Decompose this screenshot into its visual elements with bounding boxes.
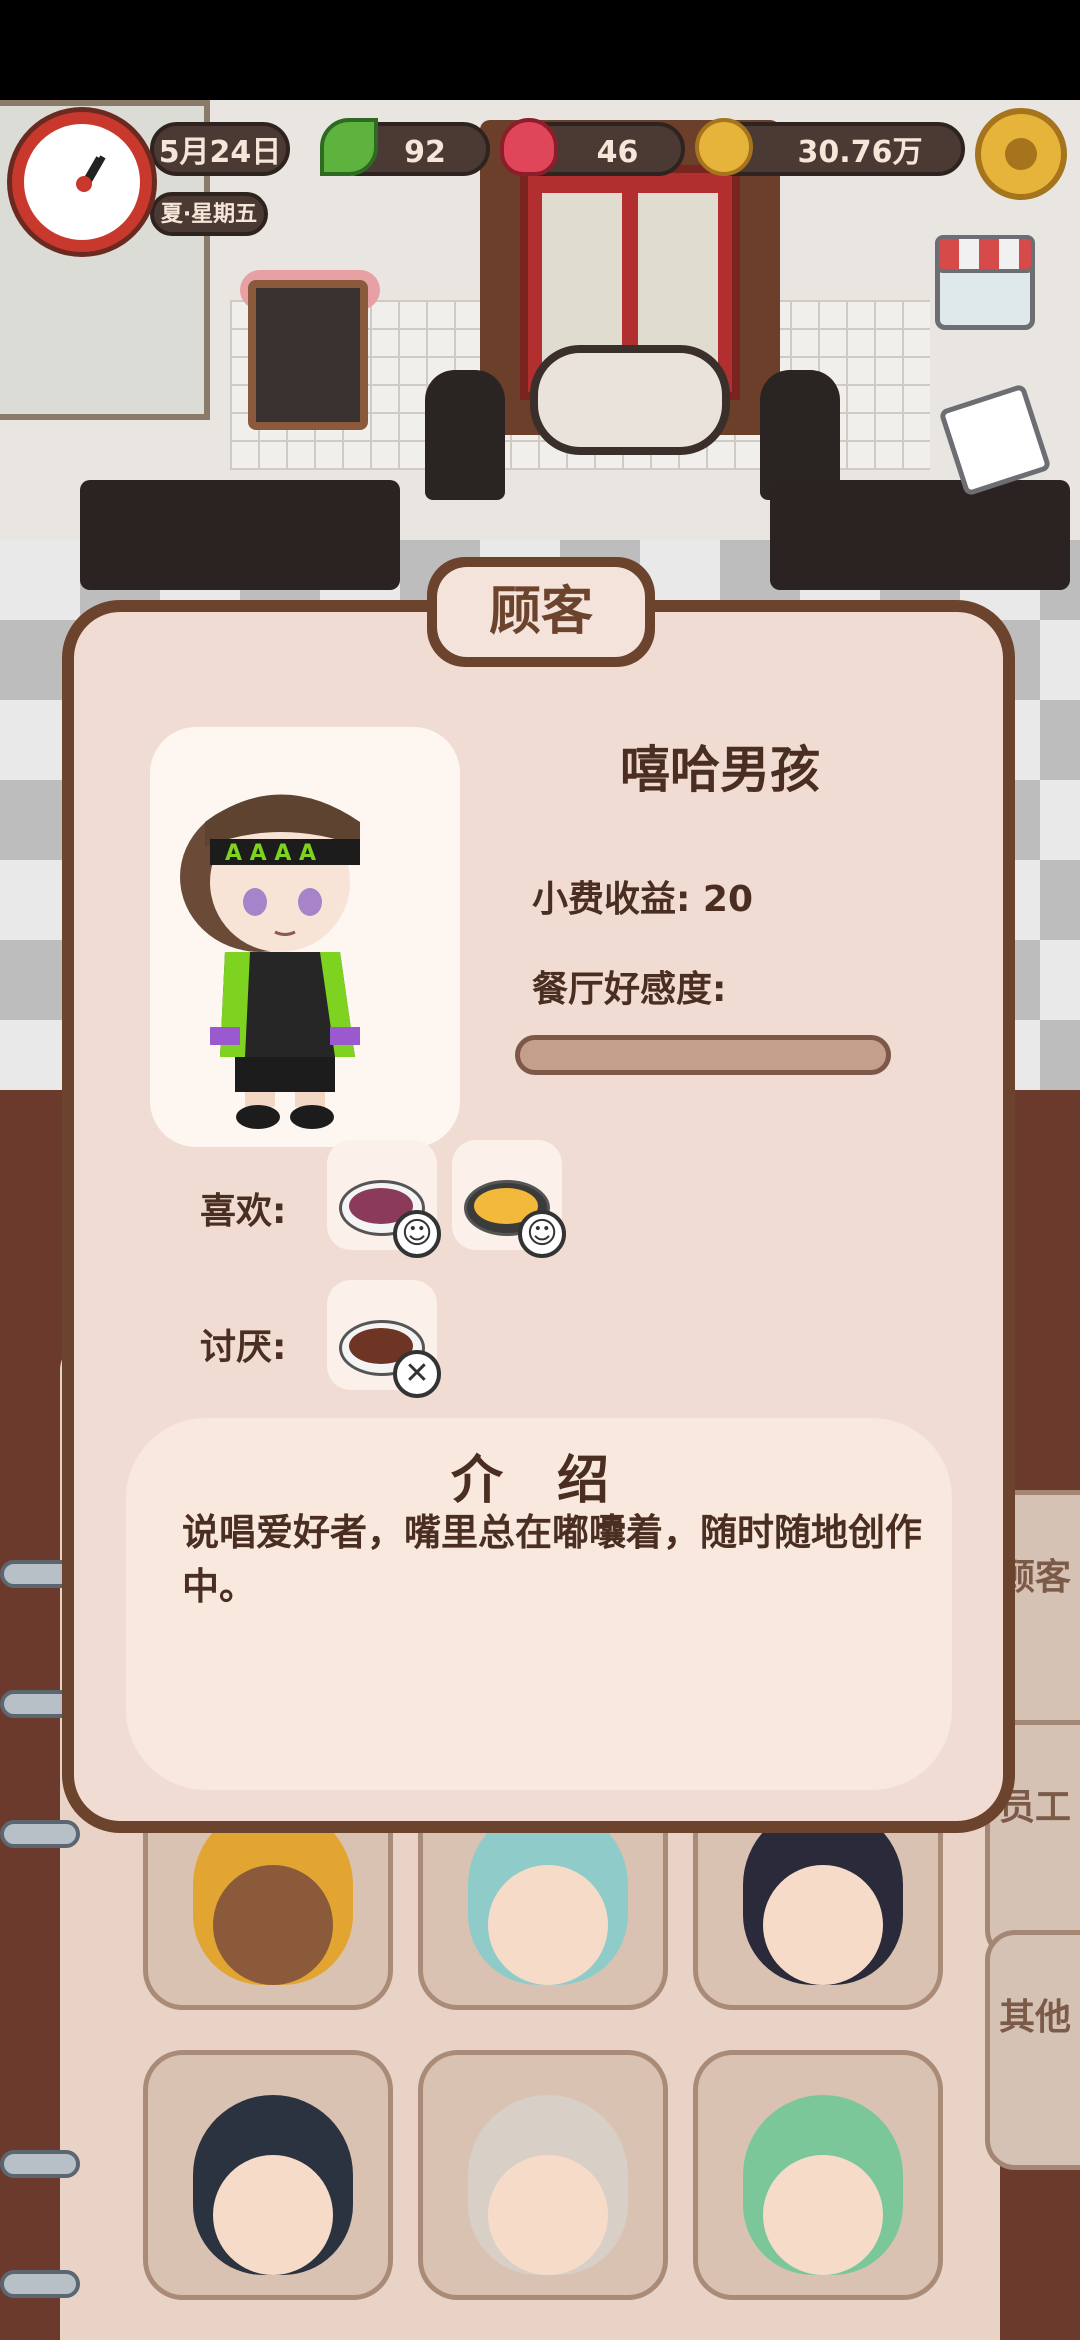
customer-card[interactable]	[693, 2050, 943, 2300]
customer-card[interactable]	[143, 2050, 393, 2300]
chair	[425, 370, 505, 500]
happy-emote-icon: ☺	[393, 1210, 441, 1258]
happy-emote-icon: ☺	[518, 1210, 566, 1258]
tip-income-label: 小费收益: 20	[532, 879, 754, 920]
binder-ring	[0, 1820, 80, 1848]
liked-dish-2[interactable]: ☺	[452, 1140, 566, 1258]
annoyed-emote-icon: ✕	[393, 1350, 441, 1398]
weekday-display: 夏·星期五	[150, 192, 268, 236]
clock-icon[interactable]	[12, 112, 152, 252]
svg-text:A A A A: A A A A	[225, 841, 316, 866]
bench	[770, 480, 1070, 590]
hiphop-boy-avatar: A A A A	[180, 794, 360, 1129]
shop-icon[interactable]	[935, 235, 1035, 330]
intro-text: 说唱爱好者，嘴里总在嘟囔着，随时随地创作中。	[182, 1511, 922, 1608]
liked-dish-1[interactable]: ☺	[327, 1140, 441, 1258]
customer-portrait: A A A A	[150, 727, 460, 1147]
disliked-dish-1[interactable]: ✕	[327, 1280, 441, 1398]
customer-name: 嘻哈男孩	[620, 741, 820, 799]
round-table	[530, 345, 730, 455]
date-display: 5月24日	[150, 122, 290, 176]
heart-icon	[500, 118, 558, 176]
coin-icon	[695, 118, 753, 176]
affinity-bar	[515, 1035, 891, 1075]
dislikes-label: 讨厌:	[200, 1327, 287, 1368]
intro-panel: 介 绍 说唱爱好者，嘴里总在嘟囔着，随时随地创作中。	[126, 1418, 952, 1790]
customer-card[interactable]	[418, 2050, 668, 2300]
bench	[80, 480, 400, 590]
likes-label: 喜欢:	[200, 1191, 287, 1232]
binder-ring	[0, 2270, 80, 2298]
modal-title: 顾客	[427, 557, 655, 667]
binder-ring	[0, 2150, 80, 2178]
menu-board	[248, 280, 368, 430]
leaf-icon	[320, 118, 378, 176]
intro-title: 介 绍	[450, 1451, 628, 1511]
affinity-label: 餐厅好感度:	[532, 969, 727, 1010]
tab-other[interactable]: 其他	[985, 1930, 1080, 2170]
settings-gear-icon[interactable]	[975, 108, 1067, 200]
